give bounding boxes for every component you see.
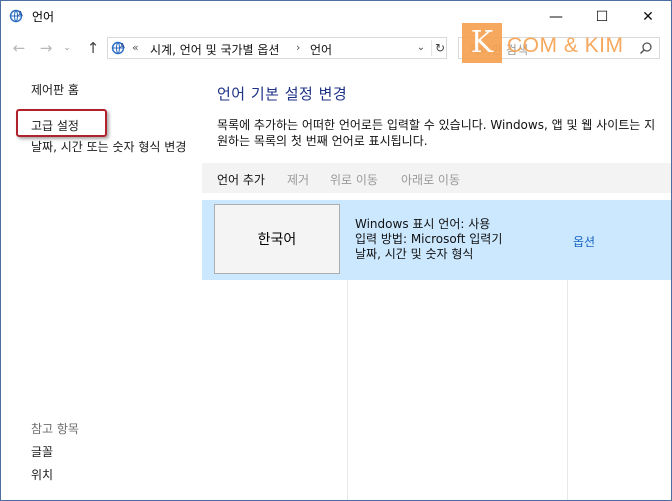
breadcrumb-clock-language-region[interactable]: 시계, 언어 및 국가별 옵션 <box>150 41 279 58</box>
remove-language-button[interactable]: 제거 <box>287 171 309 188</box>
maximize-button[interactable]: ☐ <box>579 1 625 32</box>
forward-button[interactable]: → <box>36 39 56 57</box>
language-list-item[interactable]: 한국어 Windows 표시 언어: 사용 입력 방법: Microsoft 입… <box>202 200 671 280</box>
move-down-button[interactable]: 아래로 이동 <box>401 171 460 188</box>
chevron-right-icon[interactable]: › <box>296 41 300 54</box>
fonts-link[interactable]: 글꼴 <box>31 443 53 460</box>
display-language-status: Windows 표시 언어: 사용 <box>355 217 491 231</box>
format-status: 날짜, 시간 및 숫자 형식 <box>355 247 474 261</box>
svg-text:A: A <box>120 42 125 50</box>
address-overflow-icon[interactable]: « <box>132 41 139 54</box>
minimize-button[interactable]: — <box>533 1 579 32</box>
language-globe-icon: A <box>9 9 23 23</box>
breadcrumb-language[interactable]: 언어 <box>310 41 332 58</box>
back-button[interactable]: ← <box>9 39 29 57</box>
address-bar[interactable]: A « 시계, 언어 및 국가별 옵션 › 언어 ⌄ ↻ <box>107 37 447 59</box>
language-globe-icon: A <box>111 41 125 55</box>
page-title: 언어 기본 설정 변경 <box>217 85 348 103</box>
title-bar[interactable]: A 언어 — ☐ ✕ <box>1 1 671 32</box>
window-title: 언어 <box>32 10 55 24</box>
location-link[interactable]: 위치 <box>31 466 53 483</box>
see-also-heading: 참고 항목 <box>31 422 79 436</box>
search-icon[interactable] <box>639 41 653 55</box>
watermark-logo: K <box>462 23 502 63</box>
add-language-button[interactable]: 언어 추가 <box>217 171 265 188</box>
input-method-status: 입력 방법: Microsoft 입력기 <box>355 232 503 246</box>
watermark-text: COM & KIM <box>507 34 624 57</box>
close-button[interactable]: ✕ <box>625 1 671 32</box>
language-toolbar: 언어 추가 제거 위로 이동 아래로 이동 <box>202 163 671 193</box>
up-button[interactable]: ↑ <box>83 39 103 57</box>
refresh-icon[interactable]: ↻ <box>431 40 448 56</box>
language-details: Windows 표시 언어: 사용 입력 방법: Microsoft 입력기 날… <box>355 217 502 262</box>
page-description: 목록에 추가하는 어떠한 언어로든 입력할 수 있습니다. Windows, 앱… <box>217 118 656 148</box>
control-panel-home-link[interactable]: 제어판 홈 <box>31 81 79 98</box>
advanced-settings-link[interactable]: 고급 설정 <box>31 117 79 134</box>
control-panel-window: A 언어 — ☐ ✕ ← → ⌄ ↑ A « 시계, 언어 및 국가별 옵션 ›… <box>0 0 672 501</box>
chevron-down-icon[interactable]: ⌄ <box>414 40 428 56</box>
move-up-button[interactable]: 위로 이동 <box>330 171 378 188</box>
language-options-link[interactable]: 옵션 <box>573 233 595 250</box>
recent-locations-button[interactable]: ⌄ <box>61 39 73 57</box>
date-time-format-link[interactable]: 날짜, 시간 또는 숫자 형식 변경 <box>31 140 191 155</box>
svg-text:A: A <box>18 10 23 18</box>
language-tile[interactable]: 한국어 <box>214 204 340 274</box>
